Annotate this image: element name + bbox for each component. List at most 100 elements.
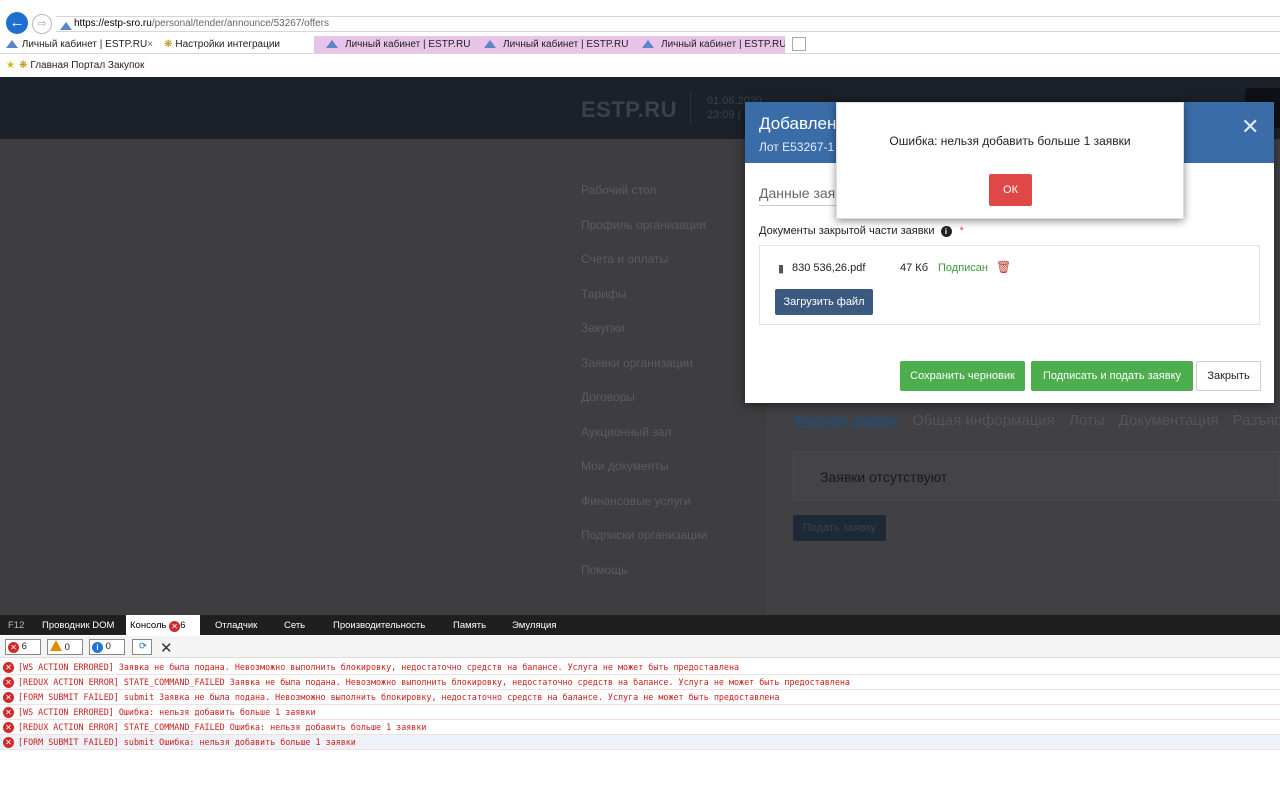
devtools-tab-debugger[interactable]: Отладчик	[211, 615, 261, 635]
devtools-tab-console[interactable]: Консоль ✕ 6	[126, 615, 200, 635]
devtools-tab-dom[interactable]: Проводник DOM	[38, 615, 118, 635]
browser-tab-1[interactable]: Личный кабинет | ESTP.RU ×	[0, 36, 158, 53]
devtools-panel: F12 Проводник DOM Консоль ✕ 6 Отладчик Се…	[0, 615, 1280, 812]
tab-label: Личный кабинет | ESTP.RU	[661, 39, 785, 50]
info-icon: i	[92, 642, 103, 653]
warning-icon	[50, 640, 62, 651]
errors-filter[interactable]: ✕ 6	[5, 639, 41, 655]
alert-message: Ошибка: нельзя добавить больше 1 заявки	[889, 134, 1131, 148]
sidebar-item-desktop[interactable]: Рабочий стол	[581, 183, 656, 197]
error-icon: ✕	[3, 737, 14, 748]
sidebar-item-auction-hall[interactable]: Аукционный зал	[581, 425, 671, 439]
error-icon: ✕	[3, 677, 14, 688]
tab-lots[interactable]: Лоты	[1069, 412, 1105, 429]
sidebar-item-contracts[interactable]: Договоры	[581, 390, 635, 404]
console-error-count: 6	[180, 620, 186, 631]
site-favicon-icon	[326, 40, 339, 48]
browser-tab-4[interactable]: Личный кабинет | ESTP.RU	[472, 36, 630, 53]
info-icon[interactable]: i	[940, 226, 952, 237]
favorite-link[interactable]: Главная Портал Закупок	[30, 60, 144, 71]
console-log-line: ✕ [WS ACTION ERRORED] Ошибка: нельзя доба…	[0, 705, 1280, 720]
modal-lot-number: Лот E53267-1	[759, 140, 835, 154]
browser-tabs: Личный кабинет | ESTP.RU × ❋ Настройки ин…	[0, 36, 1280, 54]
empty-state-text: Заявки отсутствуют	[820, 469, 948, 485]
back-button[interactable]: ←	[6, 12, 28, 34]
close-button[interactable]: Закрыть	[1196, 361, 1261, 391]
devtools-tab-network[interactable]: Сеть	[280, 615, 309, 635]
file-size: 47 Кб	[900, 262, 928, 274]
preserve-log-icon[interactable]: ⟳	[132, 639, 152, 655]
error-icon: ✕	[3, 692, 14, 703]
console-log-line: ✕ [WS ACTION ERRORED] Заявка не была пода…	[0, 660, 1280, 675]
emblem-icon: ❋	[18, 60, 28, 71]
closed-docs-label-text: Документы закрытой части заявки	[759, 225, 935, 237]
address-bar[interactable]: https://estp-sro.ru/personal/tender/anno…	[56, 16, 1280, 32]
address-row: ← ⇨ https://estp-sro.ru/personal/tender/…	[0, 12, 1280, 34]
sidebar-item-my-documents[interactable]: Мои документы	[581, 459, 668, 473]
site-favicon-icon	[60, 22, 73, 30]
sidebar-item-org-applications[interactable]: Заявки организации	[581, 356, 693, 370]
sidebar-item-financial-services[interactable]: Финансовые услуги	[581, 494, 691, 508]
url-text: https://estp-sro.ru/personal/tender/anno…	[74, 18, 329, 29]
file-signed-status: Подписан	[938, 262, 988, 274]
trash-icon[interactable]: 🗑	[996, 260, 1011, 274]
favorites-star-icon[interactable]: ★	[6, 60, 15, 71]
console-tab-label: Консоль	[130, 620, 167, 631]
modal-close-icon[interactable]: ✕	[1241, 114, 1259, 140]
browser-tab-5[interactable]: Личный кабинет | ESTP.RU	[630, 36, 785, 53]
console-log-line: ✕ [REDUX ACTION ERROR] STATE_COMMAND_FAIL…	[0, 720, 1280, 735]
error-icon: ✕	[3, 707, 14, 718]
browser-tab-3[interactable]: Личный кабинет | ESTP.RU	[314, 36, 472, 53]
log-text: [REDUX ACTION ERROR] STATE_COMMAND_FAILE…	[18, 722, 427, 732]
sidebar-item-subscriptions[interactable]: Подписки организации	[581, 528, 707, 542]
tender-tabs: Журнал заявок Общая информация Лоты Доку…	[793, 412, 1280, 429]
new-tab-button[interactable]	[792, 37, 806, 51]
tab-clarifications[interactable]: Разъяснения	[1233, 412, 1280, 429]
devtools-tab-performance[interactable]: Производительность	[329, 615, 429, 635]
info-filter[interactable]: i 0	[89, 639, 125, 655]
tab-applications-log[interactable]: Журнал заявок	[793, 412, 898, 429]
sign-and-submit-button[interactable]: Подписать и подать заявку	[1031, 361, 1193, 391]
error-icon: ✕	[3, 662, 14, 673]
warnings-count: 0	[64, 642, 70, 653]
file-list-box: ▮ 830 536,26.pdf 47 Кб Подписан 🗑 Загруз…	[759, 245, 1260, 325]
site-favicon-icon	[6, 40, 19, 48]
error-icon: ✕	[8, 642, 19, 653]
modal-title: Добавлен	[759, 114, 837, 133]
warnings-filter[interactable]: 0	[47, 639, 83, 655]
submit-application-button[interactable]: Подать заявку	[793, 515, 886, 541]
devtools-tab-memory[interactable]: Память	[449, 615, 490, 635]
settings-gear-icon: ❋	[164, 39, 173, 50]
alert-ok-button[interactable]: ОК	[989, 174, 1032, 206]
sidebar-item-tariffs[interactable]: Тарифы	[581, 287, 626, 301]
site-logo[interactable]: ESTP.RU	[581, 97, 677, 123]
browser-tab-2[interactable]: ❋ Настройки интеграции	[158, 36, 310, 53]
tab-documentation[interactable]: Документация	[1119, 412, 1219, 429]
forward-button[interactable]: ⇨	[32, 14, 52, 34]
header-divider	[690, 91, 691, 125]
close-tab-icon[interactable]: ×	[147, 36, 153, 53]
console-log-line: ✕ [FORM SUBMIT FAILED] submit Ошибка: нел…	[0, 735, 1280, 750]
sidebar-item-help[interactable]: Помощь	[581, 563, 627, 577]
url-path: /personal/tender/announce/53267/offers	[151, 18, 329, 29]
devtools-tab-emulation[interactable]: Эмуляция	[508, 615, 560, 635]
site-favicon-icon	[484, 40, 497, 48]
browser-chrome: ← ⇨ https://estp-sro.ru/personal/tender/…	[0, 0, 1280, 77]
favorites-bar: ★ ❋ Главная Портал Закупок	[0, 57, 1280, 77]
clear-console-icon[interactable]: ✕	[160, 639, 173, 657]
tab-label: Личный кабинет | ESTP.RU	[21, 39, 148, 50]
site-favicon-icon	[642, 40, 655, 48]
tab-label: Личный кабинет | ESTP.RU	[345, 39, 471, 50]
file-name[interactable]: 830 536,26.pdf	[792, 262, 865, 274]
sidebar-item-purchases[interactable]: Закупки	[581, 321, 625, 335]
save-draft-button[interactable]: Сохранить черновик	[900, 361, 1025, 391]
upload-file-button[interactable]: Загрузить файл	[775, 289, 873, 315]
log-text: [WS ACTION ERRORED] Заявка не была подан…	[18, 662, 740, 672]
log-text: [FORM SUBMIT FAILED] submit Ошибка: нель…	[18, 737, 356, 747]
tab-general-info[interactable]: Общая информация	[912, 412, 1055, 429]
log-text: [REDUX ACTION ERROR] STATE_COMMAND_FAILE…	[18, 677, 850, 687]
url-host: https://estp-sro.ru	[74, 18, 152, 29]
sidebar-item-org-profile[interactable]: Профиль организации	[581, 218, 706, 232]
console-filters: ✕ 6 0 i 0 ⟳ ✕	[0, 636, 1280, 658]
sidebar-item-invoices[interactable]: Счета и оплаты	[581, 252, 668, 266]
